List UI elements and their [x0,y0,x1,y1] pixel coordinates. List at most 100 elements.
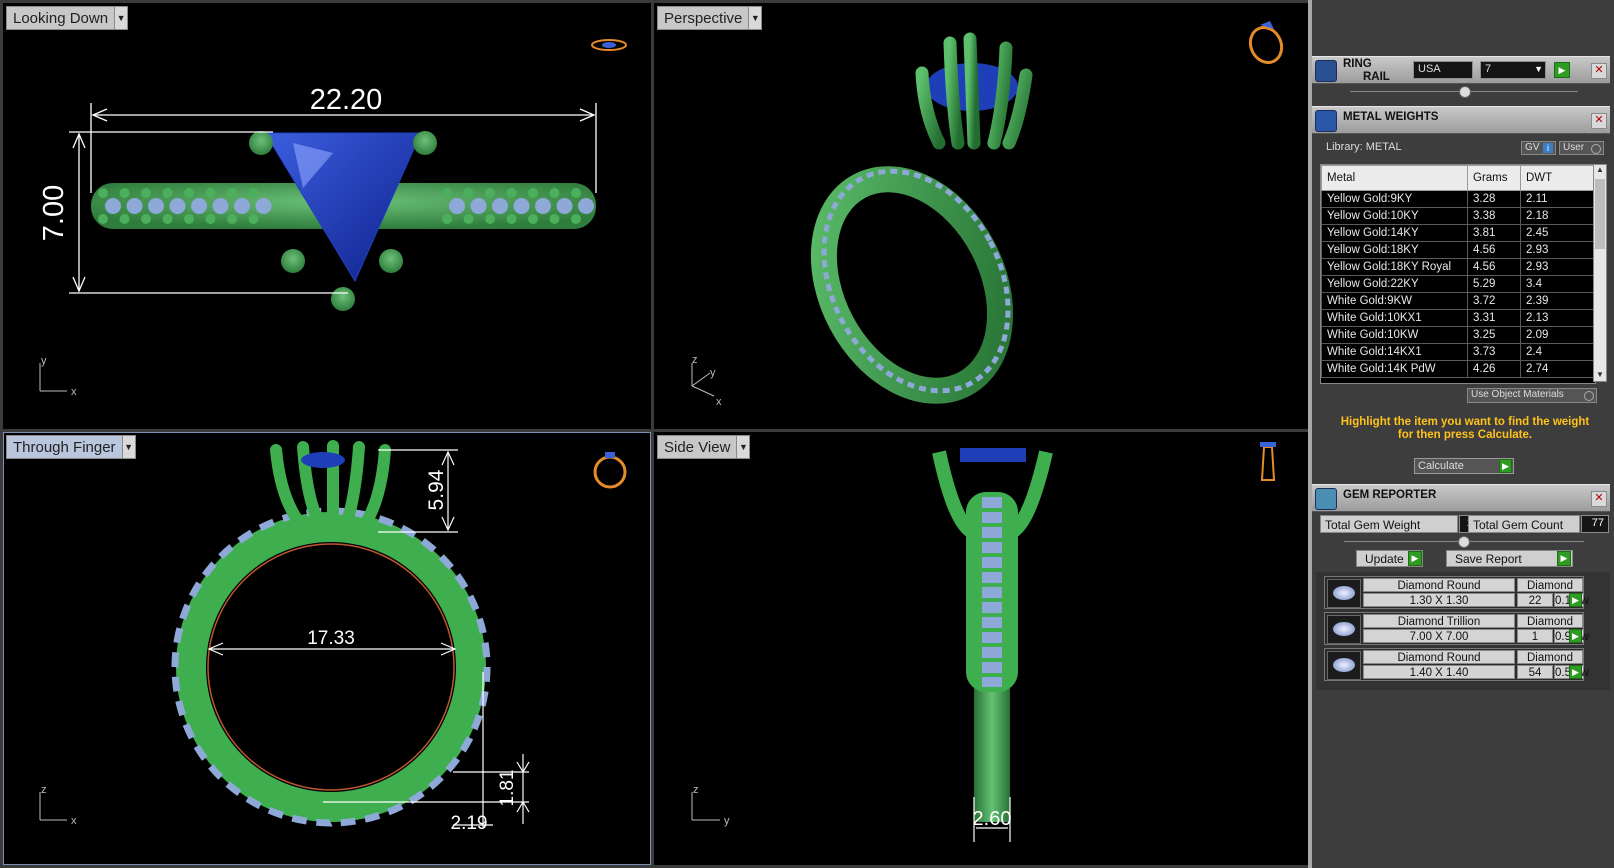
viewport-menu-icon[interactable]: ▼ [736,436,750,458]
radio-icon [1584,391,1594,401]
calculate-go-icon[interactable]: ▶ [1499,459,1512,473]
metal-row[interactable]: White Gold:10KX1 3.31 2.13 [1321,309,1595,327]
ring-rail-header: RING RAIL USA 7 ▼ ▶ ✕ [1312,56,1610,84]
gem-count-cell: 1 [1517,629,1553,643]
close-icon[interactable]: ✕ [1591,491,1607,507]
side-view-canvas: 2.60 z y [691,442,1276,842]
ring-rail-apply-button[interactable]: ▶ [1554,62,1570,78]
metal-row[interactable]: Yellow Gold:22KY 5.29 3.4 [1321,275,1595,293]
ring-rail-slider-thumb[interactable] [1459,86,1471,98]
save-report-go-icon[interactable]: ▶ [1557,551,1571,566]
viewport-tab-looking-down[interactable]: Looking Down ▼ [6,6,129,30]
scroll-up-icon[interactable]: ▲ [1594,165,1606,174]
save-report-button[interactable]: Save Report [1446,550,1573,567]
gem-count-cell: 22 [1517,593,1553,607]
bead [141,188,151,198]
bead [485,214,495,224]
bead [162,214,173,224]
axis-v-label: z [41,784,47,796]
update-go-icon[interactable]: ▶ [1408,551,1422,566]
bead [506,188,517,198]
total-gem-count-label: Total Gem Count [1468,515,1580,533]
gem-go-icon[interactable]: ▶ [1569,665,1582,679]
metal-name-cell: White Gold:14KX1 [1321,343,1468,361]
gem-go-icon[interactable]: ▶ [1569,593,1582,607]
prong [413,131,437,155]
viewport-tab-perspective[interactable]: Perspective ▼ [657,6,763,30]
close-icon[interactable]: ✕ [1591,63,1607,79]
ring-size-select[interactable]: 7 ▼ [1480,61,1546,79]
gem-go-icon[interactable]: ▶ [1569,629,1582,643]
metal-dwt-cell: 2.39 [1520,292,1595,310]
metal-row[interactable]: White Gold:10KW 3.25 2.09 [1321,326,1595,344]
bead [227,214,237,224]
col-header-dwt[interactable]: DWT [1520,165,1595,191]
metal-row[interactable]: White Gold:14K PdW 4.26 2.74 [1321,360,1595,378]
viewport-looking-down[interactable]: 22.20 7.00 y x Looking Down ▼ [3,3,651,429]
ring-rail-title-2: RAIL [1363,71,1390,83]
axis-gizmo [39,363,67,392]
metal-row[interactable]: Yellow Gold:10KY 3.38 2.18 [1321,207,1595,225]
gem-reporter-slider-thumb[interactable] [1458,536,1470,548]
save-report-label: Save Report [1455,552,1522,566]
col-header-metal[interactable]: Metal [1321,165,1468,191]
viewport-menu-icon[interactable]: ▼ [114,7,128,29]
metal-table-container[interactable]: Metal Grams DWT Yellow Gold:9KY 3.28 2.11 Y… [1320,164,1596,384]
metal-name-cell: Yellow Gold:22KY [1321,275,1468,293]
total-gem-weight-label: Total Gem Weight [1320,515,1458,533]
bead [442,188,452,198]
metal-row[interactable]: White Gold:9KW 3.72 2.39 [1321,292,1595,310]
viewport-through-finger[interactable]: 5.94 17.33 1.81 2.19 z x Through Finger … [3,432,651,865]
metal-weights-hint: Highlight the item you want to find the … [1320,416,1610,442]
pave-stone [126,198,143,214]
finger-circle [207,543,455,791]
metal-library-label: Library: METAL [1326,141,1402,153]
viewport-tab-side-view[interactable]: Side View ▼ [657,435,751,459]
pave-stone [470,198,487,214]
viewport-perspective[interactable]: z y x Perspective ▼ [654,3,1308,429]
metal-grams-cell: 5.29 [1467,275,1521,293]
col-header-grams[interactable]: Grams [1467,165,1521,191]
metal-row[interactable]: Yellow Gold:18KY Royal 4.56 2.93 [1321,258,1595,276]
scroll-down-icon[interactable]: ▼ [1594,370,1606,379]
pave-stone [578,198,594,214]
use-object-materials-toggle[interactable]: Use Object Materials [1467,388,1597,403]
metal-row[interactable]: White Gold:14KX1 3.73 2.4 [1321,343,1595,361]
dim-head-height: 5.94 [425,469,448,510]
user-label: User [1563,142,1585,153]
stone-side [960,448,1026,462]
gv-toggle[interactable]: GV i [1521,141,1556,155]
pave-stone [191,198,207,214]
gem-card[interactable]: Diamond Trillion7.00 X 7.00Diamond10.98t… [1324,612,1589,645]
gem-reporter-header: GEM REPORTER ✕ [1312,484,1610,512]
metal-grams-cell: 3.81 [1467,224,1521,242]
metal-row[interactable]: Yellow Gold:14KY 3.81 2.45 [1321,224,1595,242]
metal-name-cell: White Gold:10KX1 [1321,309,1468,327]
gem-card[interactable]: Diamond Round1.40 X 1.40Diamond540.55tw▶ [1324,648,1589,681]
close-icon[interactable]: ✕ [1591,113,1607,129]
pave-stone [513,198,530,214]
ring-rail-icon [1315,60,1337,82]
metal-table: Metal Grams DWT Yellow Gold:9KY 3.28 2.11 Y… [1321,165,1595,378]
gem-name-cell: Diamond Trillion [1363,614,1515,628]
calculate-label: Calculate [1418,460,1464,472]
bead [205,188,216,198]
viewport-side-view[interactable]: 2.60 z y Side View ▼ [654,432,1308,865]
user-toggle[interactable]: User [1559,141,1604,155]
gem-card[interactable]: Diamond Round1.30 X 1.30Diamond220.18tw▶ [1324,576,1589,609]
scroll-thumb[interactable] [1595,179,1605,249]
viewport-menu-icon[interactable]: ▼ [748,7,762,29]
metal-row[interactable]: Yellow Gold:18KY 4.56 2.93 [1321,241,1595,259]
metal-row[interactable]: Yellow Gold:9KY 3.28 2.11 [1321,190,1595,208]
axis-x-label: x [716,396,722,408]
bead [485,188,495,198]
pave-stone [169,198,186,214]
ring-region-field[interactable]: USA [1413,61,1473,79]
viewport-tab-through-finger[interactable]: Through Finger ▼ [6,435,136,459]
bead [571,214,581,224]
metal-grams-cell: 3.73 [1467,343,1521,361]
bead [119,214,130,224]
metal-table-scrollbar[interactable]: ▲ ▼ [1593,164,1607,382]
viewport-menu-icon[interactable]: ▼ [121,436,135,458]
gem-size-cell: 7.00 X 7.00 [1363,629,1515,643]
